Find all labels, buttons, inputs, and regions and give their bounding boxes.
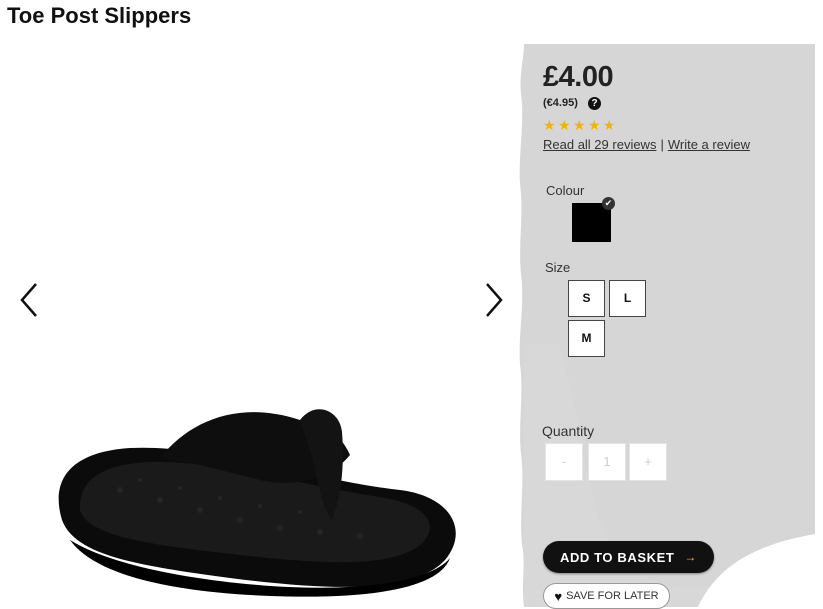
star-icon: ★ — [543, 117, 556, 133]
quantity-label: Quantity — [542, 423, 595, 439]
size-option-l[interactable]: L — [609, 280, 646, 317]
write-review-link[interactable]: Write a review — [668, 137, 750, 152]
quantity-decrement-button[interactable]: - — [545, 443, 583, 481]
chevron-right-icon — [486, 283, 503, 317]
arrow-right-icon: → — [684, 550, 698, 564]
checkmark-icon: ✔ — [602, 197, 615, 210]
size-label: Size — [545, 260, 571, 275]
read-reviews-link[interactable]: Read all 29 reviews — [543, 137, 656, 152]
star-icon: ★ — [588, 117, 601, 133]
save-for-later-button[interactable]: ♥ SAVE FOR LATER — [543, 583, 670, 609]
reviews-separator: | — [660, 137, 664, 152]
save-for-later-label: SAVE FOR LATER — [566, 590, 659, 602]
heart-icon: ♥ — [554, 588, 563, 604]
product-alt-price: (€4.95) — [543, 97, 578, 109]
add-to-basket-button[interactable]: ADD TO BASKET → — [543, 541, 714, 573]
star-icon: ★ — [558, 117, 571, 133]
reviews-links: Read all 29 reviews | Write a review — [543, 137, 750, 152]
quantity-input[interactable]: 1 — [588, 443, 626, 481]
gallery-prev-button[interactable] — [16, 280, 44, 320]
size-option-m[interactable]: M — [568, 320, 605, 357]
half-star-icon: ★ — [603, 117, 616, 133]
question-circle-icon[interactable]: ? — [588, 97, 601, 110]
rating-stars: ★ ★ ★ ★ ★ — [543, 118, 617, 132]
size-option-s[interactable]: S — [568, 280, 605, 317]
star-icon: ★ — [573, 117, 586, 133]
quantity-increment-button[interactable]: + — [629, 443, 667, 481]
page-title: Toe Post Slippers — [7, 3, 192, 28]
product-price: £4.00 — [543, 61, 614, 93]
slipper-product-image — [58, 409, 456, 597]
colour-label: Colour — [546, 183, 585, 198]
gallery-next-button[interactable] — [479, 280, 507, 320]
add-to-basket-label: ADD TO BASKET — [559, 549, 675, 565]
chevron-left-icon — [20, 283, 37, 317]
